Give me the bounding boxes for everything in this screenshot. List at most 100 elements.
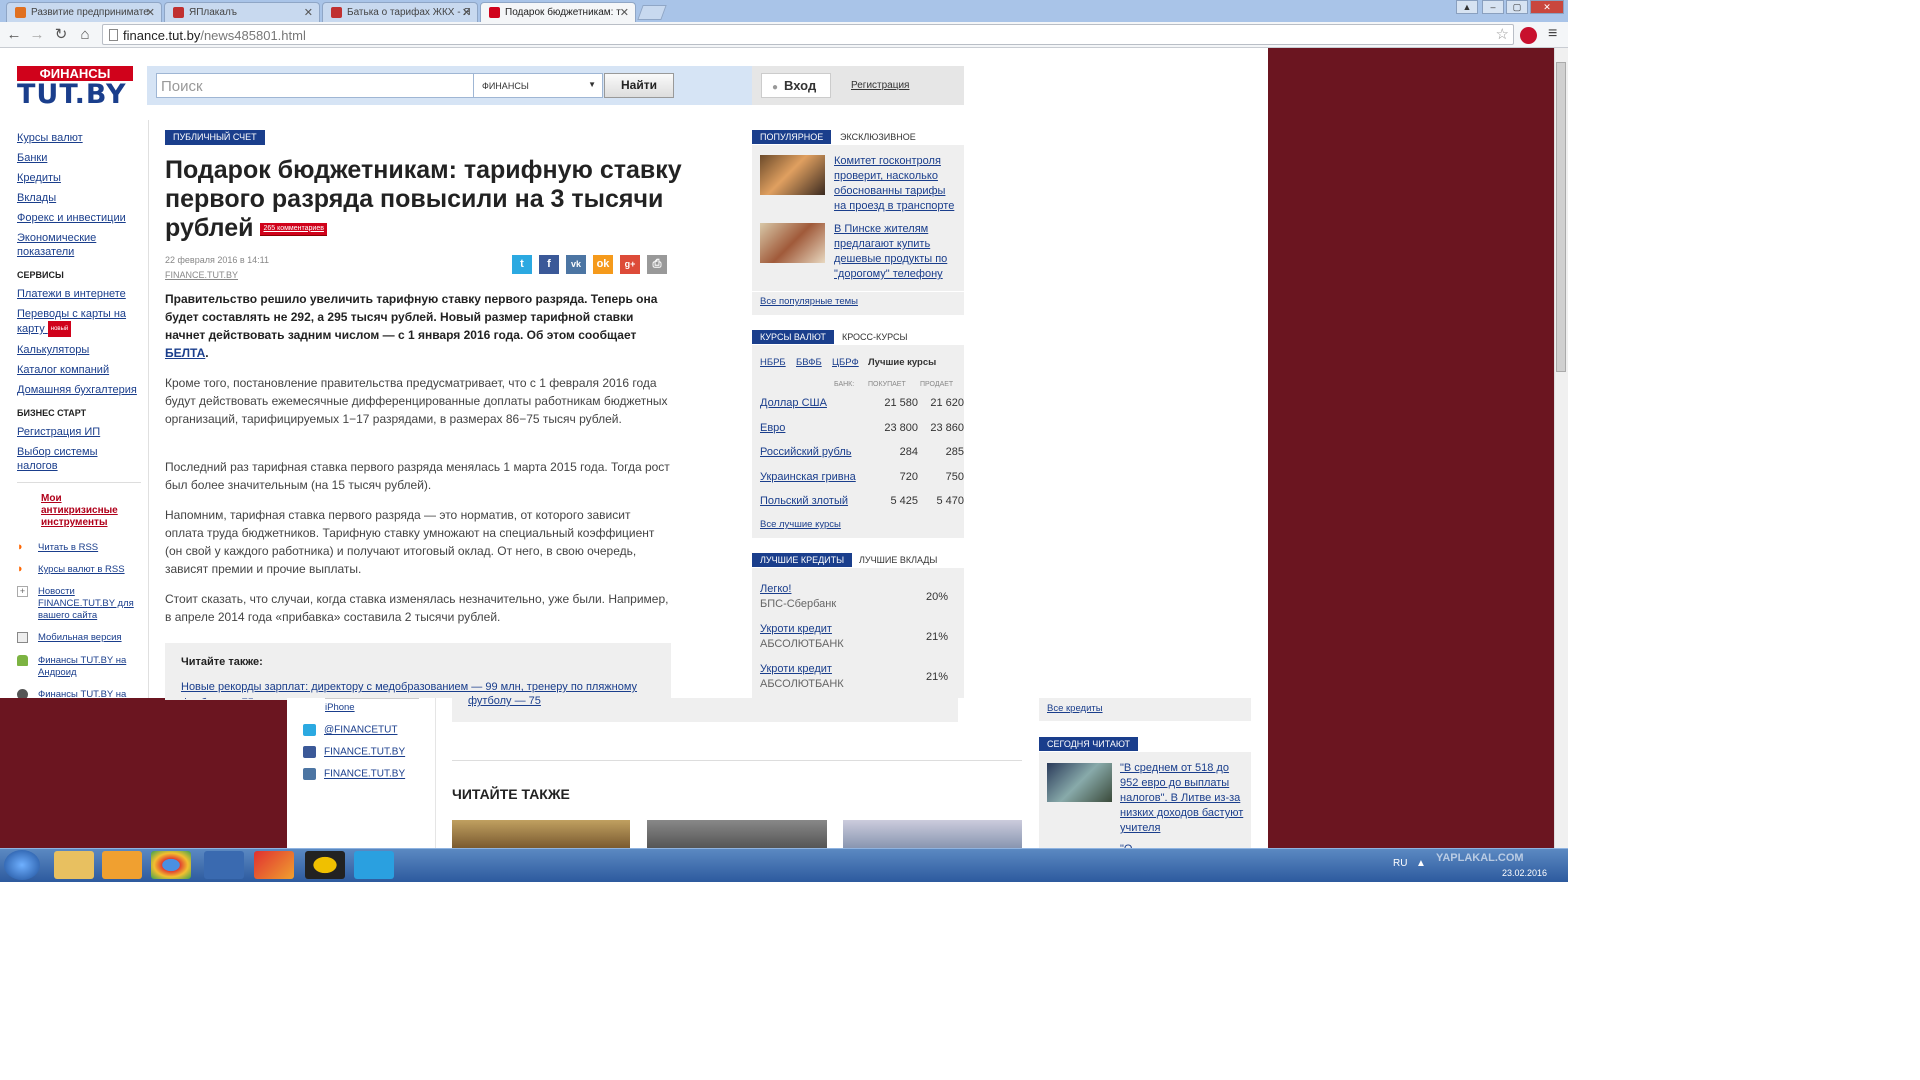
read-also-link[interactable]: Новые рекорды зарплат: директору с медоб… bbox=[181, 679, 661, 699]
new-badge: новый bbox=[47, 321, 72, 337]
odnoklassniki-share-icon[interactable]: ok bbox=[593, 255, 613, 274]
popular-all-link[interactable]: Все популярные темы bbox=[760, 296, 858, 307]
rubric-label[interactable]: ПУБЛИЧНЫЙ СЧЕТ bbox=[165, 130, 265, 145]
social-item[interactable]: @FINANCETUT bbox=[303, 724, 423, 736]
maximize-button[interactable]: ▢ bbox=[1506, 0, 1528, 14]
rates-all-link[interactable]: Все лучшие курсы bbox=[760, 519, 841, 530]
twitter-share-icon[interactable]: t bbox=[512, 255, 532, 274]
browser-tab-active[interactable]: Подарок бюджетникам: т ✕ bbox=[480, 2, 636, 22]
clock-date[interactable]: 23.02.2016 bbox=[1502, 868, 1547, 878]
tab-exclusive[interactable]: ЭКСКЛЮЗИВНОЕ bbox=[836, 130, 920, 144]
tab-today-reading[interactable]: СЕГОДНЯ ЧИТАЮТ bbox=[1039, 737, 1139, 751]
login-button[interactable]: ● Вход bbox=[761, 73, 831, 98]
app-icon[interactable] bbox=[254, 851, 294, 879]
belta-link[interactable]: БЕЛТА bbox=[165, 346, 205, 360]
tray-arrow-icon[interactable]: ▲ bbox=[1416, 858, 1426, 869]
comments-badge[interactable]: 265 комментариев bbox=[260, 222, 327, 236]
rss-item[interactable]: ◗ Читать в RSS bbox=[17, 542, 141, 554]
close-tab-icon[interactable]: ✕ bbox=[620, 6, 629, 19]
popular-thumbnail[interactable] bbox=[760, 223, 825, 263]
today-thumbnail[interactable] bbox=[1047, 763, 1112, 802]
rates-tab-best[interactable]: Лучшие курсы bbox=[868, 357, 936, 368]
popular-link[interactable]: В Пинске жителям предлагают купить дешев… bbox=[834, 222, 958, 282]
related-thumbnail[interactable] bbox=[647, 820, 827, 848]
tab-cross-rates[interactable]: КРОСС-КУРСЫ bbox=[838, 330, 911, 344]
popular-link[interactable]: Комитет госконтроля проверит, насколько … bbox=[834, 154, 958, 214]
facebook-share-icon[interactable]: f bbox=[539, 255, 559, 274]
chrome-icon[interactable] bbox=[151, 851, 191, 879]
register-link[interactable]: Регистрация bbox=[851, 80, 909, 91]
all-credits-link[interactable]: Все кредиты bbox=[1047, 703, 1103, 714]
start-button[interactable] bbox=[4, 850, 40, 880]
minimize-button[interactable]: – bbox=[1482, 0, 1504, 14]
search-input[interactable]: Поиск bbox=[156, 73, 474, 98]
reload-icon[interactable]: ↻ bbox=[52, 26, 70, 44]
nav-rates[interactable]: Курсы валют bbox=[17, 131, 141, 145]
nav-deposits[interactable]: Вклады bbox=[17, 191, 141, 205]
article-source[interactable]: FINANCE.TUT.BY bbox=[165, 270, 238, 280]
back-icon[interactable]: ← bbox=[5, 26, 23, 44]
nav-payments[interactable]: Платежи в интернете bbox=[17, 287, 141, 301]
social-item[interactable]: FINANCE.TUT.BY bbox=[303, 768, 423, 780]
nav-card-transfers[interactable]: Переводы с карты на карту новый bbox=[17, 307, 127, 337]
close-tab-icon[interactable]: ✕ bbox=[462, 6, 471, 19]
address-bar[interactable]: finance.tut.by/news485801.html ☆ bbox=[102, 24, 1514, 45]
media-player-icon[interactable] bbox=[102, 851, 142, 879]
nav-forex[interactable]: Форекс и инвестиции bbox=[17, 211, 141, 225]
browser-tab[interactable]: Батька о тарифах ЖКХ - Я ✕ bbox=[322, 2, 478, 22]
scrollbar-thumb[interactable] bbox=[1556, 62, 1566, 372]
language-indicator[interactable]: RU bbox=[1393, 858, 1407, 869]
app-icon[interactable] bbox=[305, 851, 345, 879]
site-logo[interactable]: TUT.BY bbox=[17, 80, 133, 110]
search-button[interactable]: Найти bbox=[604, 73, 674, 98]
search-section-select[interactable]: ФИНАНСЫ ▼ bbox=[473, 73, 603, 98]
iphone-link[interactable]: iPhone bbox=[325, 702, 355, 713]
nav-credits[interactable]: Кредиты bbox=[17, 171, 141, 185]
related-thumbnail[interactable] bbox=[843, 820, 1022, 848]
close-tab-icon[interactable]: ✕ bbox=[304, 6, 313, 19]
browser-tab[interactable]: Развитие предпринимате ✕ bbox=[6, 2, 162, 22]
vk-share-icon[interactable]: vk bbox=[566, 255, 586, 274]
nav-banks[interactable]: Банки bbox=[17, 151, 141, 165]
rates-tab-cbrf[interactable]: ЦБРФ bbox=[832, 357, 859, 368]
adblock-icon[interactable] bbox=[1520, 27, 1537, 44]
tab-popular[interactable]: ПОПУЛЯРНОЕ bbox=[752, 130, 832, 144]
anticrisis-link[interactable]: Мои антикризисные инструменты bbox=[41, 493, 141, 529]
home-icon[interactable]: ⌂ bbox=[76, 26, 94, 44]
nav-tax-system[interactable]: Выбор системы налогов bbox=[17, 445, 141, 473]
android-item[interactable]: Финансы TUT.BY на Андроид bbox=[17, 655, 141, 679]
nav-ip-registration[interactable]: Регистрация ИП bbox=[17, 425, 141, 439]
nav-calculators[interactable]: Калькуляторы bbox=[17, 343, 141, 357]
skype-icon[interactable] bbox=[354, 851, 394, 879]
star-icon[interactable]: ☆ bbox=[1496, 25, 1509, 43]
tab-best-deposits[interactable]: ЛУЧШИЕ ВКЛАДЫ bbox=[855, 553, 941, 567]
rates-col-buy: ПОКУПАЕТ bbox=[868, 381, 906, 388]
nav-economics[interactable]: Экономические показатели bbox=[17, 231, 107, 259]
social-item[interactable]: FINANCE.TUT.BY bbox=[303, 746, 423, 758]
tab-rates[interactable]: КУРСЫ ВАЛЮТ bbox=[752, 330, 834, 344]
read-also-link-continued[interactable]: футболу — 75 bbox=[468, 695, 541, 707]
today-link[interactable]: "В среднем от 518 до 952 евро до выплаты… bbox=[1120, 761, 1244, 836]
close-window-button[interactable]: ✕ bbox=[1530, 0, 1564, 14]
browser-tab[interactable]: ЯПлакалъ ✕ bbox=[164, 2, 320, 22]
save-icon[interactable] bbox=[204, 851, 244, 879]
widget-item[interactable]: + Новости FINANCE.TUT.BY для вашего сайта bbox=[17, 586, 141, 622]
explorer-icon[interactable] bbox=[54, 851, 94, 879]
popular-thumbnail[interactable] bbox=[760, 155, 825, 195]
forward-icon[interactable]: → bbox=[28, 26, 46, 44]
menu-icon[interactable]: ≡ bbox=[1548, 25, 1557, 43]
new-tab-button[interactable] bbox=[637, 5, 667, 20]
nav-home-accounting[interactable]: Домашняя бухгалтерия bbox=[17, 383, 141, 397]
related-thumbnail[interactable] bbox=[452, 820, 630, 848]
rates-tab-bvfb[interactable]: БВФБ bbox=[796, 357, 822, 368]
mobile-item[interactable]: Мобильная версия bbox=[17, 632, 141, 644]
rss-rates-item[interactable]: ◗ Курсы валют в RSS bbox=[17, 564, 141, 576]
googleplus-share-icon[interactable]: g+ bbox=[620, 255, 640, 274]
nav-companies[interactable]: Каталог компаний bbox=[17, 363, 141, 377]
rates-tab-nbrb[interactable]: НБРБ bbox=[760, 357, 786, 368]
close-tab-icon[interactable]: ✕ bbox=[146, 6, 155, 19]
tab-best-credits[interactable]: ЛУЧШИЕ КРЕДИТЫ bbox=[752, 553, 853, 567]
print-icon[interactable]: ⎙ bbox=[647, 255, 667, 274]
apple-item[interactable]: Финансы TUT.BY на bbox=[17, 689, 141, 698]
window-user-button[interactable]: ▲ bbox=[1456, 0, 1478, 14]
